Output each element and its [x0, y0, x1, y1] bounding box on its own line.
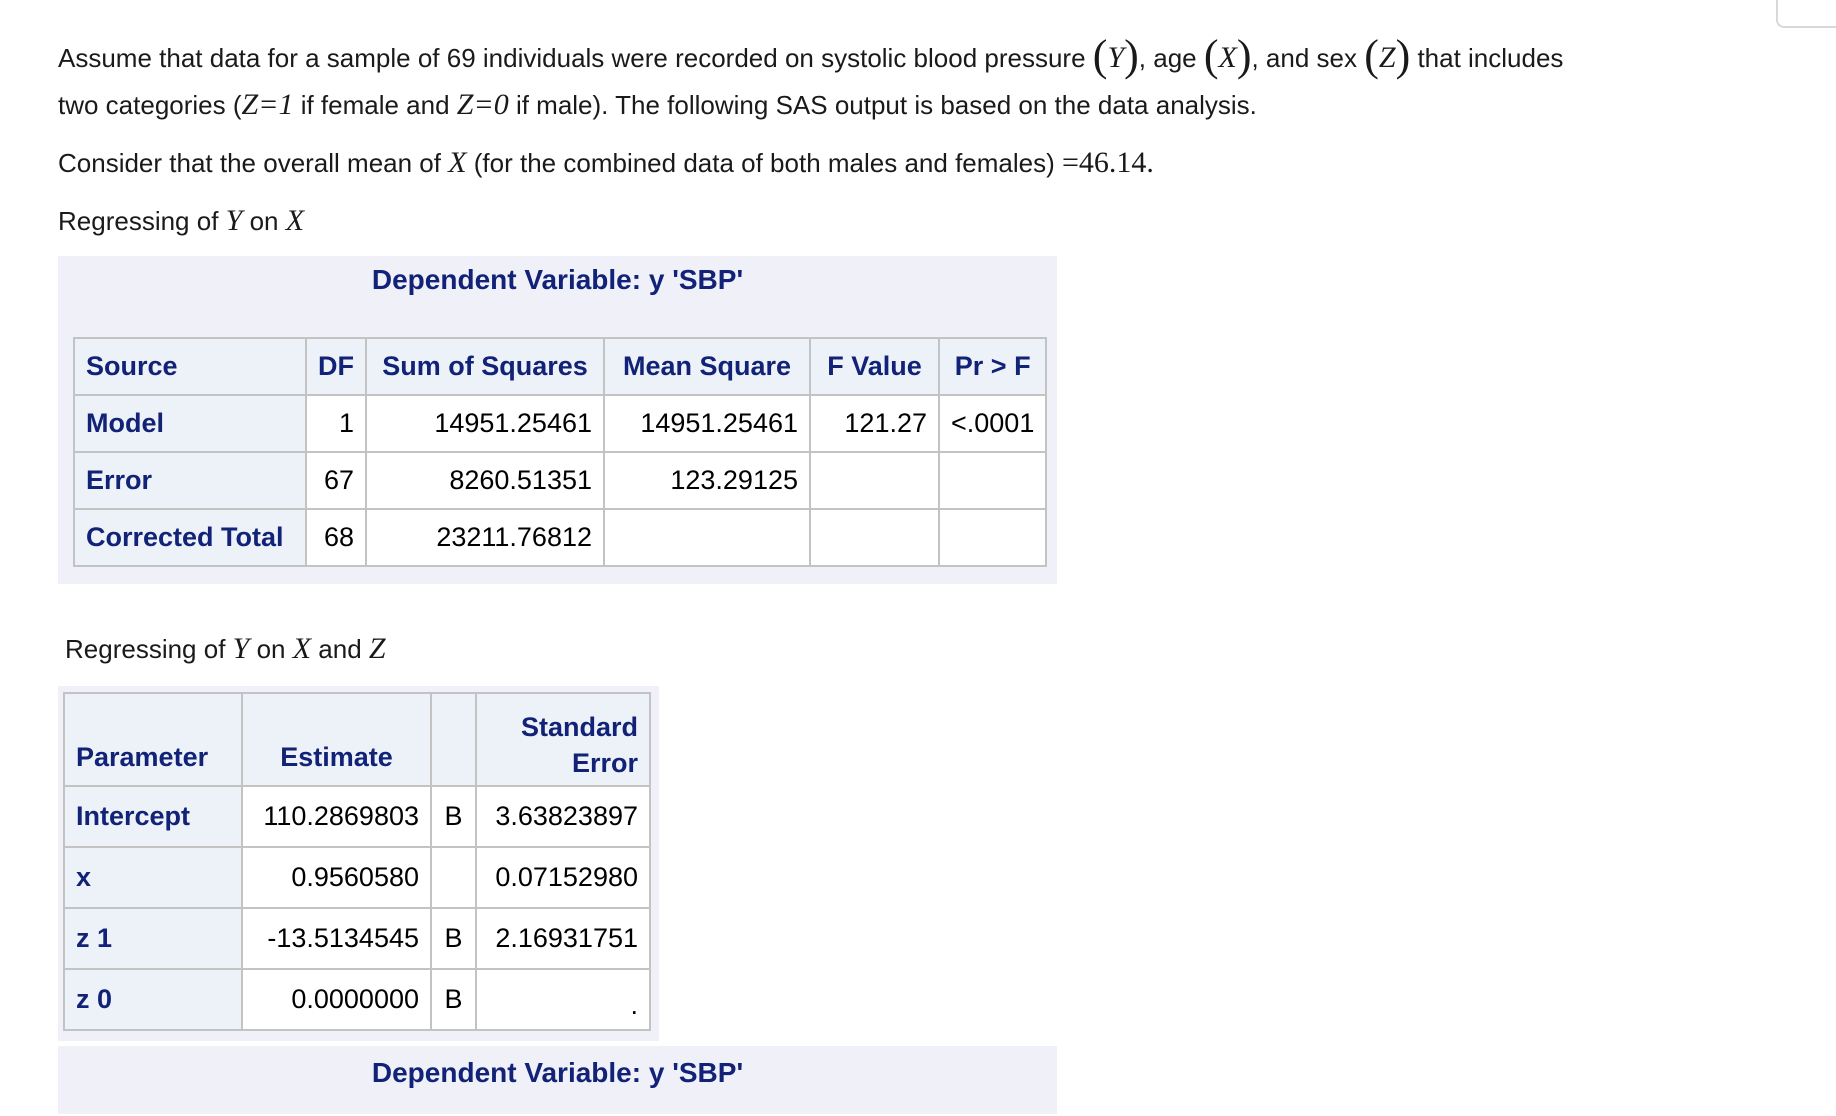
cell-df: 67: [305, 451, 367, 510]
cell-df: 68: [305, 508, 367, 567]
cell-pr-f: [937, 508, 1048, 567]
cell-f-value: 121.27: [809, 394, 940, 453]
table-row: Error 67 8260.51351 123.29125: [73, 451, 1048, 510]
symbol-x: X: [448, 146, 467, 179]
intro-text: if female and: [293, 90, 457, 120]
col-header-standard-error: Standard Error: [475, 692, 651, 787]
symbol-z: Z: [368, 632, 386, 665]
col-header-pr-f: Pr > F: [937, 337, 1048, 396]
cell-mean-square: [603, 508, 811, 567]
intro-text: , and sex: [1251, 43, 1365, 73]
cell-pr-f: [937, 451, 1048, 510]
close-paren: ): [1236, 31, 1252, 80]
symbol-y: Y: [225, 204, 243, 237]
cell-flag: B: [430, 907, 477, 970]
table-row: Intercept 110.2869803 B 3.63823897: [63, 785, 651, 848]
row-header-x: x: [63, 846, 243, 909]
open-paren: (: [1364, 31, 1379, 80]
table-row: x 0.9560580 0.07152980: [63, 846, 651, 909]
table-row: z 1 -13.5134545 B 2.16931751: [63, 907, 651, 970]
table-header-row: Parameter Estimate Standard Error: [63, 692, 651, 787]
col-header-source: Source: [73, 337, 307, 396]
dependent-variable-title: Dependent Variable: y 'SBP': [371, 264, 744, 295]
symbol-x: X: [1218, 41, 1237, 74]
row-header-z-1: z 1: [63, 907, 243, 970]
row-header-intercept: Intercept: [63, 785, 243, 848]
col-header-sum-of-squares: Sum of Squares: [365, 337, 605, 396]
equation-z-1: Z=1: [241, 88, 294, 121]
open-paren: (: [1092, 31, 1108, 80]
heading-text: and: [311, 634, 369, 664]
standard-label: Standard: [520, 712, 638, 742]
cell-mean-square: 123.29125: [603, 451, 811, 510]
mean-value: =46.14.: [1061, 146, 1154, 179]
parameter-estimates-table: Parameter Estimate Standard Error Interc…: [63, 692, 651, 1031]
intro-text: two categories (: [58, 90, 242, 120]
section2-heading: Regressing of Y on X and Z: [65, 632, 386, 666]
error-label: Error: [571, 748, 638, 778]
cell-flag: [430, 846, 477, 909]
heading-text: Regressing of: [58, 206, 226, 236]
symbol-x: X: [292, 632, 312, 665]
cell-standard-error: 3.63823897: [475, 785, 651, 848]
col-header-estimate: Estimate: [241, 692, 432, 787]
symbol-x: X: [285, 204, 305, 237]
symbol-y: Y: [232, 632, 250, 665]
cell-f-value: [809, 451, 940, 510]
cell-sum-of-squares: 23211.76812: [365, 508, 605, 567]
cell-standard-error: 0.07152980: [475, 846, 651, 909]
equation-z-0: Z=0: [456, 88, 509, 121]
close-paren: ): [1124, 31, 1139, 80]
intro-text: that includes: [1410, 43, 1564, 73]
table-row: z 0 0.0000000 B .: [63, 968, 651, 1031]
cell-estimate: 0.0000000: [241, 968, 432, 1031]
anova-table: Source DF Sum of Squares Mean Square F V…: [73, 337, 1048, 567]
col-header-mean-square: Mean Square: [603, 337, 811, 396]
heading-text: on: [242, 206, 286, 236]
intro-text: Consider that the overall mean of: [58, 148, 449, 178]
open-paren: (: [1203, 31, 1219, 80]
cell-estimate: 110.2869803: [241, 785, 432, 848]
close-paren: ): [1395, 31, 1411, 80]
row-header-model: Model: [73, 394, 307, 453]
symbol-y: Y: [1107, 41, 1125, 74]
cell-f-value: [809, 508, 940, 567]
cell-estimate: -13.5134545: [241, 907, 432, 970]
intro-line-1: Assume that data for a sample of 69 indi…: [58, 34, 1564, 78]
cell-mean-square: 14951.25461: [603, 394, 811, 453]
cell-pr-f: <.0001: [937, 394, 1048, 453]
cell-standard-error: .: [475, 968, 651, 1031]
intro-text: if male). The following SAS output is ba…: [508, 90, 1257, 120]
row-header-corrected-total: Corrected Total: [73, 508, 307, 567]
symbol-z: Z: [1378, 41, 1396, 74]
window-corner-tab: [1776, 0, 1836, 28]
intro-line-2: two categories (Z=1 if female and Z=0 if…: [58, 88, 1257, 122]
intro-text: Assume that data for a sample of 69 indi…: [58, 43, 1093, 73]
intro-line-3: Consider that the overall mean of X (for…: [58, 146, 1154, 180]
table-row: Model 1 14951.25461 14951.25461 121.27 <…: [73, 394, 1048, 453]
table-row: Corrected Total 68 23211.76812: [73, 508, 1048, 567]
cell-standard-error: 2.16931751: [475, 907, 651, 970]
col-header-f-value: F Value: [809, 337, 940, 396]
cell-sum-of-squares: 8260.51351: [365, 451, 605, 510]
section1-heading: Regressing of Y on X: [58, 204, 304, 238]
intro-text: (for the combined data of both males and…: [466, 148, 1062, 178]
cell-sum-of-squares: 14951.25461: [365, 394, 605, 453]
row-header-z-0: z 0: [63, 968, 243, 1031]
cell-estimate: 0.9560580: [241, 846, 432, 909]
cell-flag: B: [430, 785, 477, 848]
heading-text: on: [249, 634, 293, 664]
cell-flag: B: [430, 968, 477, 1031]
row-header-error: Error: [73, 451, 307, 510]
dependent-variable-title: Dependent Variable: y 'SBP': [371, 1057, 744, 1088]
cell-df: 1: [305, 394, 367, 453]
table-header-row: Source DF Sum of Squares Mean Square F V…: [73, 337, 1048, 396]
col-header-flag: [430, 692, 477, 787]
col-header-parameter: Parameter: [63, 692, 243, 787]
heading-text: Regressing of: [65, 634, 233, 664]
col-header-df: DF: [305, 337, 367, 396]
intro-text: , age: [1138, 43, 1204, 73]
